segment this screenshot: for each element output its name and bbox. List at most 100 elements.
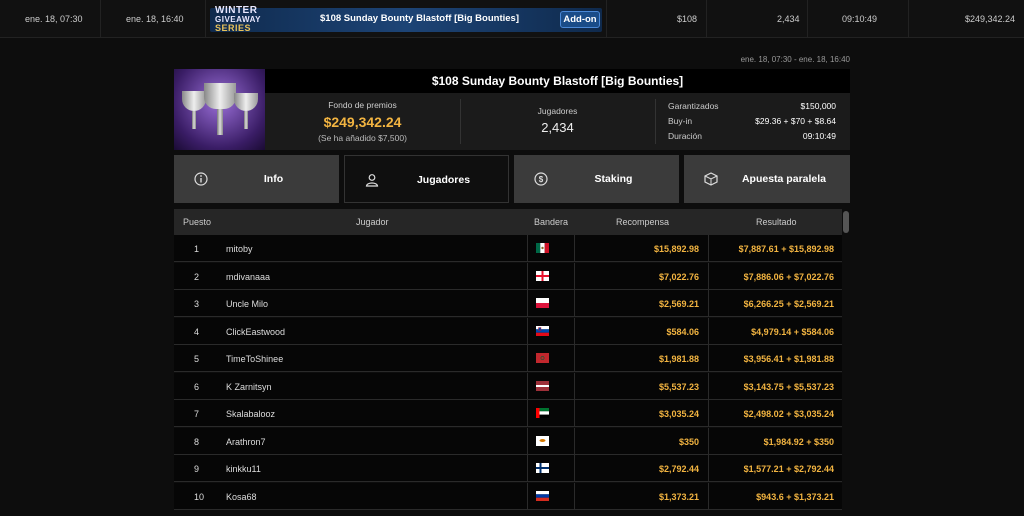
prize-value: $249,342.24: [965, 14, 1016, 24]
result-value: $2,498.02 + $3,035.24: [743, 409, 834, 419]
player-name[interactable]: Uncle Milo: [226, 299, 268, 309]
flag-icon: [536, 325, 549, 336]
table-row[interactable]: 10 Kosa68 $1,373.21 $943.6 + $1,373.21: [174, 482, 842, 510]
start-time: ene. 18, 07:30: [25, 14, 83, 24]
header-player[interactable]: Jugador: [356, 217, 389, 227]
flag-cell: [527, 427, 575, 455]
tab-label: Staking: [594, 173, 633, 185]
table-row[interactable]: 6 K Zarnitsyn $5,537.23 $3,143.75 + $5,537.…: [174, 372, 842, 400]
result-value: $7,886.06 + $7,022.76: [743, 271, 834, 282]
player-name[interactable]: kinkku11: [226, 464, 261, 474]
result-value: $943.6 + $1,373.21: [756, 491, 834, 502]
trophy-stem: [217, 109, 223, 135]
row-position: 2: [194, 271, 200, 282]
divider: [807, 0, 808, 38]
detail-value: 09:10:49: [802, 131, 836, 141]
trophy-cup: [182, 91, 206, 111]
tournament-list-row[interactable]: ene. 18, 07:30 ene. 18, 16:40 WINTER GIV…: [0, 0, 1024, 38]
flag-icon: [536, 353, 549, 363]
result-value: $3,143.75 + $5,537.23: [743, 381, 834, 392]
flag-icon: [536, 408, 549, 418]
row-position: 9: [194, 464, 200, 474]
table-row[interactable]: 2 mdivanaaa $7,022.76 $7,886.06 + $7,022.76: [174, 262, 842, 290]
header-flag[interactable]: Bandera: [534, 217, 568, 227]
tab-label: Jugadores: [416, 174, 471, 186]
divider: [908, 0, 909, 38]
header-result[interactable]: Resultado: [756, 217, 797, 227]
trophy-cup: [234, 93, 258, 111]
detail-value: $29.36 + $70 + $8.64: [755, 116, 836, 126]
dice-icon: [704, 172, 718, 186]
prize-pool-value: $249,342.24: [323, 114, 402, 130]
series-logo: WINTER GIVEAWAY SERIES: [215, 6, 265, 33]
table-row[interactable]: 7 Skalabalooz $3,035.24 $2,498.02 + $3,035.…: [174, 400, 842, 427]
detail-key: Garantizados: [668, 101, 719, 111]
prize-added-note: (Se ha añadido $7,500): [318, 133, 407, 143]
header-reward[interactable]: Recompensa: [616, 217, 669, 227]
flag-icon: [536, 270, 549, 281]
table-row[interactable]: 3 Uncle Milo $2,569.21 $6,266.25 + $2,569.2…: [174, 290, 842, 317]
result-value: $1,984.92 + $350: [763, 436, 834, 447]
reward-value: $3,035.24: [658, 409, 699, 419]
trophy-stem: [244, 111, 248, 129]
player-name[interactable]: K Zarnitsyn: [226, 382, 272, 392]
player-name[interactable]: mdivanaaa: [226, 272, 270, 282]
flag-icon: [536, 298, 549, 308]
player-name[interactable]: ClickEastwood: [226, 327, 285, 337]
reward-value: $15,892.98: [653, 244, 699, 254]
result-value: $3,956.41 + $1,981.88: [743, 354, 834, 364]
logo-line: WINTER: [215, 5, 258, 16]
table-row[interactable]: 4 ClickEastwood $584.06 $4,979.14 + $584.06: [174, 317, 842, 345]
detail-tabs: Info Jugadores $ Staking Apuesta paralel…: [174, 155, 850, 203]
divider: [655, 99, 656, 144]
row-position: 3: [194, 299, 200, 309]
tab-info[interactable]: Info: [174, 155, 339, 203]
table-row[interactable]: 9 kinkku11 $2,792.44 $1,577.21 + $2,792.44: [174, 455, 842, 482]
reward-value: $350: [678, 436, 699, 447]
player-name[interactable]: mitoby: [226, 244, 253, 254]
reward-value: $1,373.21: [658, 491, 699, 502]
row-position: 6: [194, 381, 200, 392]
reward-value: $2,792.44: [658, 464, 699, 474]
players-value: 2,434: [541, 120, 574, 135]
divider: [706, 0, 707, 38]
result-value: $7,887.61 + $15,892.98: [738, 244, 834, 254]
flag-cell: [527, 400, 575, 427]
divider: [606, 0, 607, 38]
flag-icon: [536, 243, 549, 253]
reward-value: $1,981.88: [658, 354, 699, 364]
row-position: 7: [194, 409, 200, 419]
header-position[interactable]: Puesto: [183, 217, 211, 227]
reward-value: $5,537.23: [658, 381, 699, 392]
divider: [205, 0, 206, 38]
row-position: 8: [194, 436, 200, 447]
flag-icon: [536, 435, 549, 446]
tab-staking[interactable]: $ Staking: [514, 155, 679, 203]
tab-players[interactable]: Jugadores: [344, 155, 509, 203]
reward-value: $584.06: [666, 326, 699, 337]
add-on-button[interactable]: Add-on: [560, 11, 600, 28]
table-row[interactable]: 5 TimeToShinee $1,981.88 $3,956.41 + $1,981…: [174, 345, 842, 372]
result-value: $6,266.25 + $2,569.21: [743, 299, 834, 309]
row-position: 10: [194, 491, 205, 502]
player-name[interactable]: TimeToShinee: [226, 354, 283, 364]
flag-cell: [527, 482, 575, 510]
table-row[interactable]: 8 Arathron7 $350 $1,984.92 + $350: [174, 427, 842, 455]
table-header: Puesto Jugador Bandera Recompensa Result…: [174, 209, 842, 235]
trophy-image: [174, 69, 265, 150]
player-name[interactable]: Skalabalooz: [226, 409, 275, 419]
player-name[interactable]: Arathron7: [226, 437, 266, 447]
flag-cell: [527, 455, 575, 482]
detail-value: $150,000: [800, 101, 836, 111]
trophy-cup: [204, 83, 236, 109]
player-name[interactable]: Kosa68: [226, 492, 257, 502]
detail-key: Buy-in: [668, 116, 693, 126]
table-row[interactable]: 1 mitoby $15,892.98 $7,887.61 + $15,892.98: [174, 235, 842, 262]
buyin-value: $108: [677, 14, 698, 24]
scrollbar-thumb[interactable]: [843, 211, 849, 233]
user-icon: [365, 174, 379, 187]
tab-side-bet[interactable]: Apuesta paralela: [684, 155, 850, 203]
result-value: $4,979.14 + $584.06: [751, 326, 834, 337]
flag-cell: [527, 372, 575, 400]
date-range: ene. 18, 07:30 - ene. 18, 16:40: [740, 55, 850, 64]
